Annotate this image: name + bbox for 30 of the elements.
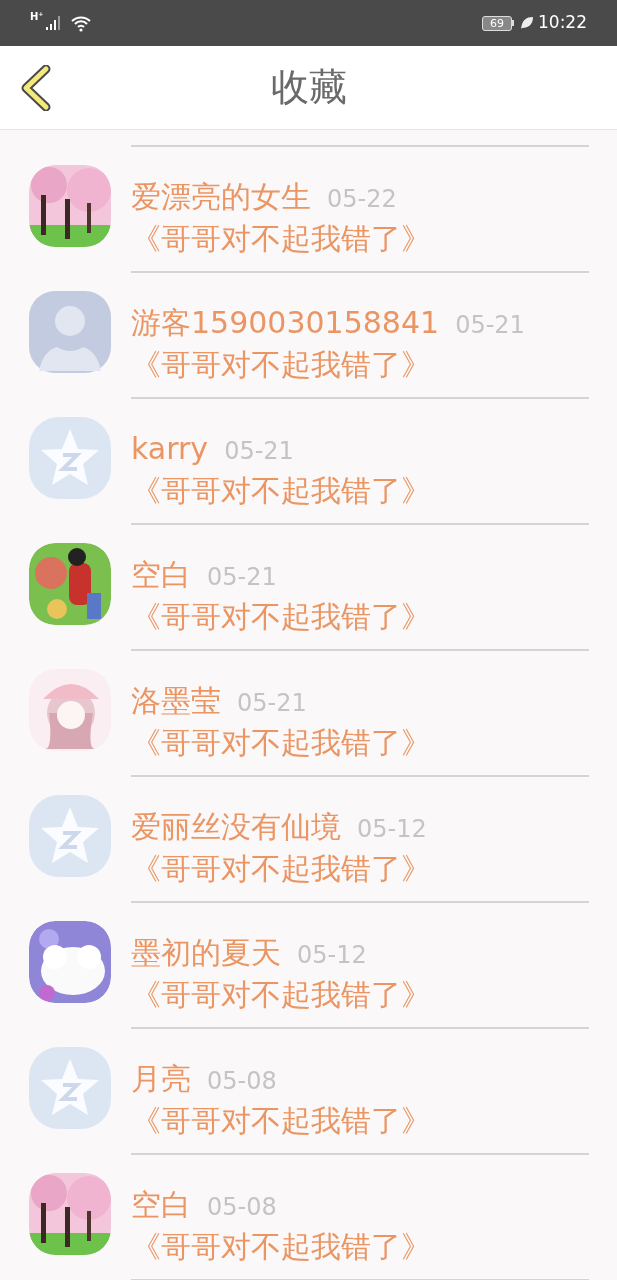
star-avatar-icon <box>29 1047 111 1129</box>
user-name: 墨初的夏天 <box>131 934 281 972</box>
story-title[interactable]: 《哥哥对不起我错了》 <box>131 343 589 387</box>
story-title[interactable]: 《哥哥对不起我错了》 <box>131 595 589 639</box>
battery-icon: 69 <box>482 15 514 31</box>
star-avatar-icon <box>29 795 111 877</box>
story-title[interactable]: 《哥哥对不起我错了》 <box>131 721 589 765</box>
user-name: 月亮 <box>131 1060 191 1098</box>
user-name: 空白 <box>131 1186 191 1224</box>
clock: 10:22 <box>538 11 587 35</box>
user-name: 游客1590030158841 <box>131 304 440 342</box>
wifi-icon <box>69 14 92 32</box>
user-name: 空白 <box>131 556 191 594</box>
avatar-silhouette-icon <box>29 291 111 373</box>
signal-icon <box>45 15 62 31</box>
network-type: H⁺ <box>30 12 44 22</box>
user-name: 爱丽丝没有仙境 <box>131 808 341 846</box>
star-avatar-icon <box>29 417 111 499</box>
story-title[interactable]: 《哥哥对不起我错了》 <box>131 1099 589 1143</box>
leaf-icon <box>520 16 534 30</box>
user-name: karry <box>131 430 209 468</box>
story-title[interactable]: 《哥哥对不起我错了》 <box>131 847 589 891</box>
story-title[interactable]: 《哥哥对不起我错了》 <box>131 1225 589 1269</box>
story-title[interactable]: 《哥哥对不起我错了》 <box>131 973 589 1017</box>
user-name: 洛墨莹 <box>131 682 221 720</box>
story-title[interactable]: 《哥哥对不起我错了》 <box>131 469 589 513</box>
page-title: 收藏 <box>270 64 347 111</box>
user-name: 爱漂亮的女生 <box>131 178 311 216</box>
story-title[interactable]: 《哥哥对不起我错了》 <box>131 217 589 261</box>
back-icon <box>20 65 52 111</box>
